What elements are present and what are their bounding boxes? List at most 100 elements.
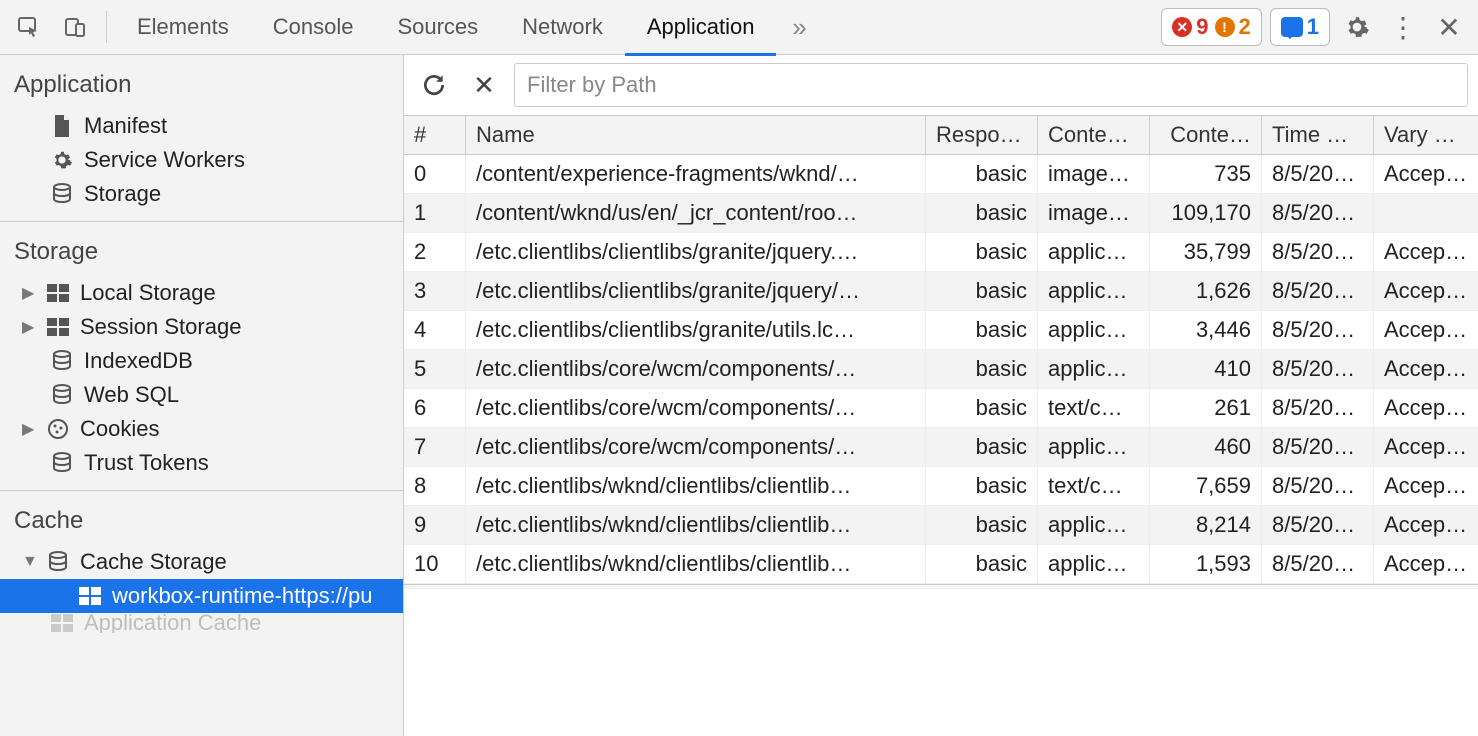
tab-sources[interactable]: Sources xyxy=(375,0,500,55)
tab-network[interactable]: Network xyxy=(500,0,625,55)
table-row[interactable]: 6/etc.clientlibs/core/wcm/components/…ba… xyxy=(404,389,1478,428)
sidebar-item-web-sql[interactable]: Web SQL xyxy=(0,378,403,412)
col-time-cached[interactable]: Time … xyxy=(1262,116,1374,154)
file-icon xyxy=(50,115,74,137)
expand-icon[interactable]: ▶ xyxy=(22,419,36,439)
cell-content-type: image… xyxy=(1038,194,1150,232)
sidebar-item-service-workers[interactable]: Service Workers xyxy=(0,143,403,177)
issues-badge[interactable]: 1 xyxy=(1270,8,1330,46)
cell-response-type: basic xyxy=(926,545,1038,583)
col-response-type[interactable]: Respo… xyxy=(926,116,1038,154)
cell-content-length: 460 xyxy=(1150,428,1262,466)
expand-icon[interactable]: ▶ xyxy=(22,283,36,303)
sidebar-item-trust-tokens[interactable]: Trust Tokens xyxy=(0,446,403,480)
cell-response-type: basic xyxy=(926,350,1038,388)
sidebar-item-cache-storage[interactable]: ▼ Cache Storage xyxy=(0,545,403,579)
sidebar-label: Application Cache xyxy=(84,613,261,633)
cell-name: /etc.clientlibs/core/wcm/components/… xyxy=(466,350,926,388)
cell-name: /etc.clientlibs/clientlibs/granite/utils… xyxy=(466,311,926,349)
tab-application[interactable]: Application xyxy=(625,1,777,56)
cell-name: /etc.clientlibs/core/wcm/components/… xyxy=(466,389,926,427)
expand-icon[interactable]: ▶ xyxy=(22,317,36,337)
table-header: # Name Respo… Conte… Conte… Time … Vary … xyxy=(404,115,1478,155)
sidebar-label: Service Workers xyxy=(84,147,245,173)
cell-content-length: 261 xyxy=(1150,389,1262,427)
tab-console[interactable]: Console xyxy=(251,0,376,55)
sidebar-item-application-cache[interactable]: Application Cache xyxy=(0,613,403,633)
col-content-type[interactable]: Conte… xyxy=(1038,116,1150,154)
table-row[interactable]: 10/etc.clientlibs/wknd/clientlibs/client… xyxy=(404,545,1478,584)
table-row[interactable]: 9/etc.clientlibs/wknd/clientlibs/clientl… xyxy=(404,506,1478,545)
collapse-icon[interactable]: ▼ xyxy=(22,553,36,571)
cell-content-length: 109,170 xyxy=(1150,194,1262,232)
sidebar-label: Session Storage xyxy=(80,314,241,340)
cell-content-length: 8,214 xyxy=(1150,506,1262,544)
table-row[interactable]: 0/content/experience-fragments/wknd/…bas… xyxy=(404,155,1478,194)
cell-content-type: applic… xyxy=(1038,311,1150,349)
cell-name: /etc.clientlibs/clientlibs/granite/jquer… xyxy=(466,233,926,271)
section-title-application: Application xyxy=(0,67,403,109)
table-row[interactable]: 5/etc.clientlibs/core/wcm/components/…ba… xyxy=(404,350,1478,389)
tab-elements[interactable]: Elements xyxy=(115,0,251,55)
col-content-length[interactable]: Conte… xyxy=(1150,116,1262,154)
section-storage: Storage ▶ Local Storage ▶ Session Storag… xyxy=(0,222,403,491)
table-icon xyxy=(46,284,70,302)
settings-icon[interactable] xyxy=(1334,4,1380,50)
cell-content-type: applic… xyxy=(1038,545,1150,583)
cell-content-type: applic… xyxy=(1038,506,1150,544)
delete-icon[interactable]: ✕ xyxy=(464,65,504,105)
col-vary-header[interactable]: Vary H… xyxy=(1374,116,1478,154)
table-row[interactable]: 4/etc.clientlibs/clientlibs/granite/util… xyxy=(404,311,1478,350)
cell-time: 8/5/20… xyxy=(1262,545,1374,583)
cell-content-length: 3,446 xyxy=(1150,311,1262,349)
table-body: 0/content/experience-fragments/wknd/…bas… xyxy=(404,155,1478,584)
cell-index: 2 xyxy=(404,233,466,271)
sidebar-item-session-storage[interactable]: ▶ Session Storage xyxy=(0,310,403,344)
sidebar-label: Storage xyxy=(84,181,161,207)
close-devtools-icon[interactable]: ✕ xyxy=(1426,4,1472,50)
cell-time: 8/5/20… xyxy=(1262,467,1374,505)
sidebar-item-indexeddb[interactable]: IndexedDB xyxy=(0,344,403,378)
more-tabs-icon[interactable]: » xyxy=(776,4,822,50)
gear-icon xyxy=(50,149,74,171)
error-count: 9 xyxy=(1196,14,1208,40)
database-icon xyxy=(50,183,74,205)
table-row[interactable]: 1/content/wknd/us/en/_jcr_content/roo…ba… xyxy=(404,194,1478,233)
cell-response-type: basic xyxy=(926,467,1038,505)
console-status-badge[interactable]: ✕9 !2 xyxy=(1161,8,1262,46)
col-name[interactable]: Name xyxy=(466,116,926,154)
sidebar-item-manifest[interactable]: Manifest xyxy=(0,109,403,143)
cell-content-length: 7,659 xyxy=(1150,467,1262,505)
sidebar-item-local-storage[interactable]: ▶ Local Storage xyxy=(0,276,403,310)
cell-time: 8/5/20… xyxy=(1262,194,1374,232)
table-row[interactable]: 7/etc.clientlibs/core/wcm/components/…ba… xyxy=(404,428,1478,467)
sidebar-item-storage[interactable]: Storage xyxy=(0,177,403,211)
table-row[interactable]: 3/etc.clientlibs/clientlibs/granite/jque… xyxy=(404,272,1478,311)
cell-response-type: basic xyxy=(926,311,1038,349)
refresh-icon[interactable] xyxy=(414,65,454,105)
database-icon xyxy=(50,350,74,372)
cell-index: 6 xyxy=(404,389,466,427)
sidebar-label: Local Storage xyxy=(80,280,216,306)
cache-toolbar: ✕ xyxy=(404,55,1478,115)
cell-index: 3 xyxy=(404,272,466,310)
application-sidebar: Application Manifest Service Workers Sto… xyxy=(0,55,404,736)
sidebar-item-cookies[interactable]: ▶ Cookies xyxy=(0,412,403,446)
inspect-element-icon[interactable] xyxy=(6,4,52,50)
filter-input[interactable] xyxy=(514,63,1468,107)
cell-vary: Accep… xyxy=(1374,350,1478,388)
col-index[interactable]: # xyxy=(404,116,466,154)
table-row[interactable]: 2/etc.clientlibs/clientlibs/granite/jque… xyxy=(404,233,1478,272)
sidebar-label: Trust Tokens xyxy=(84,450,209,476)
cell-time: 8/5/20… xyxy=(1262,389,1374,427)
cell-time: 8/5/20… xyxy=(1262,350,1374,388)
cell-time: 8/5/20… xyxy=(1262,311,1374,349)
cell-content-type: text/c… xyxy=(1038,389,1150,427)
kebab-menu-icon[interactable]: ⋮ xyxy=(1380,4,1426,50)
sidebar-cache-entry-selected[interactable]: workbox-runtime-https://pu xyxy=(0,579,403,613)
table-row[interactable]: 8/etc.clientlibs/wknd/clientlibs/clientl… xyxy=(404,467,1478,506)
device-toolbar-icon[interactable] xyxy=(52,4,98,50)
cell-vary: Accep… xyxy=(1374,155,1478,193)
cell-content-type: applic… xyxy=(1038,272,1150,310)
cell-index: 9 xyxy=(404,506,466,544)
